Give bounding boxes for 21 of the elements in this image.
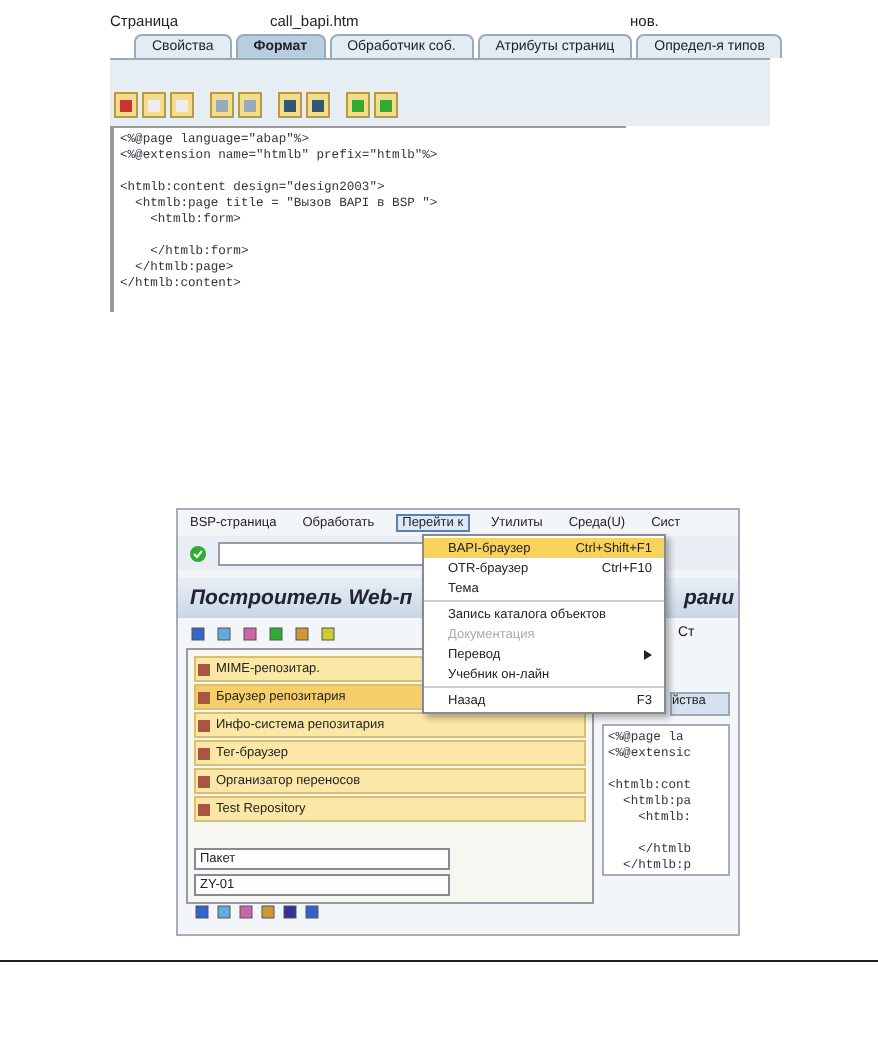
square-icon <box>196 801 212 817</box>
toolbar-button[interactable] <box>278 92 302 118</box>
square-icon <box>196 745 212 761</box>
submenu-arrow-icon <box>644 649 652 659</box>
square-icon <box>176 99 188 111</box>
square-icon <box>352 99 364 111</box>
square-icon <box>196 689 212 705</box>
code-editor[interactable] <box>110 126 626 312</box>
toolbar-button[interactable] <box>306 92 330 118</box>
square-icon <box>216 99 228 111</box>
square-icon <box>244 99 256 111</box>
toolbar-button[interactable] <box>114 92 138 118</box>
square-icon <box>120 99 132 111</box>
square-icon <box>312 99 324 111</box>
square-icon <box>284 99 296 111</box>
square-icon <box>148 99 160 111</box>
square-icon <box>380 99 392 111</box>
square-icon <box>196 773 212 789</box>
square-icon <box>196 717 212 733</box>
square-icon <box>196 661 212 677</box>
check-icon[interactable] <box>190 545 206 561</box>
